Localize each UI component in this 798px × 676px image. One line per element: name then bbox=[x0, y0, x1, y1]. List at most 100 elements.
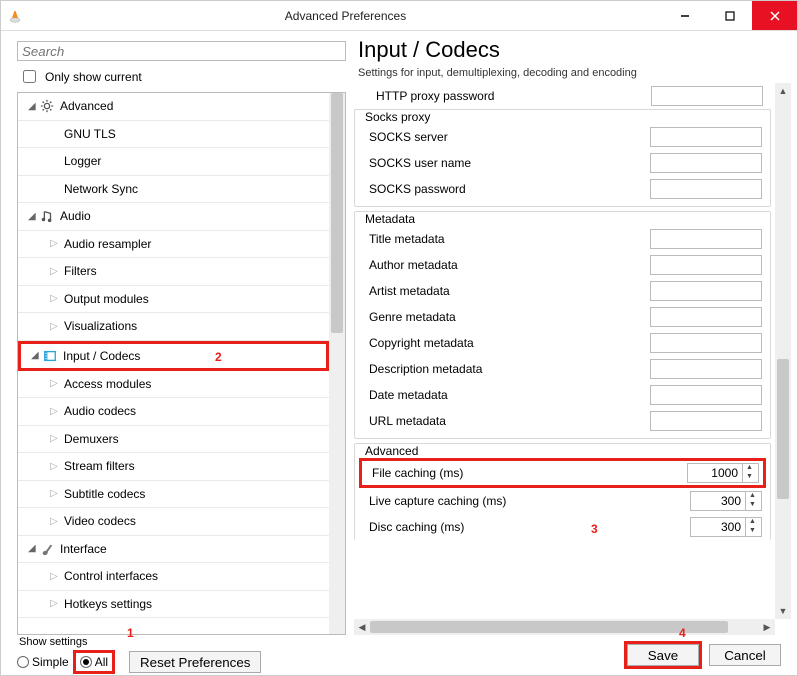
settings-title: Input / Codecs bbox=[358, 37, 791, 63]
reset-preferences-button[interactable]: Reset Preferences bbox=[129, 651, 261, 673]
tree-item-input-codecs[interactable]: ◢Input / Codecs bbox=[18, 341, 329, 371]
scroll-down-icon[interactable]: ▼ bbox=[775, 603, 791, 619]
expand-arrow-icon[interactable]: ▷ bbox=[50, 378, 62, 389]
collapse-arrow-icon[interactable]: ◢ bbox=[28, 211, 40, 222]
file-caching-spinner[interactable]: ▲▼ bbox=[687, 463, 759, 483]
expand-arrow-icon[interactable]: ▷ bbox=[50, 433, 62, 444]
save-button[interactable]: Save bbox=[627, 644, 699, 666]
expand-arrow-icon[interactable]: ▷ bbox=[50, 321, 62, 332]
title-metadata-input[interactable] bbox=[650, 229, 762, 249]
advanced-group: Advanced File caching (ms) ▲▼ Live captu… bbox=[354, 443, 771, 540]
h-scrollbar-track[interactable] bbox=[370, 619, 759, 635]
tree-item-control-interfaces[interactable]: ▷Control interfaces bbox=[18, 563, 329, 591]
scroll-right-icon[interactable]: ▶ bbox=[759, 622, 775, 633]
date-metadata-input[interactable] bbox=[650, 385, 762, 405]
tree-item-label: Access modules bbox=[64, 377, 151, 391]
socks-user-input[interactable] bbox=[650, 153, 762, 173]
copyright-metadata-label: Copyright metadata bbox=[369, 336, 650, 350]
expand-arrow-icon[interactable]: ▷ bbox=[50, 266, 62, 277]
url-metadata-input[interactable] bbox=[650, 411, 762, 431]
tree-item-output-modules[interactable]: ▷Output modules bbox=[18, 286, 329, 314]
expand-arrow-icon[interactable]: ▷ bbox=[50, 238, 62, 249]
h-scrollbar-thumb[interactable] bbox=[370, 621, 728, 633]
tree-scrollbar-thumb[interactable] bbox=[331, 93, 343, 333]
tree-item-audio-resampler[interactable]: ▷Audio resampler bbox=[18, 231, 329, 259]
tree-item-interface[interactable]: ◢ Interface bbox=[18, 536, 329, 564]
tree-item-visualizations[interactable]: ▷Visualizations bbox=[18, 313, 329, 341]
spinner-arrows[interactable]: ▲▼ bbox=[745, 518, 759, 536]
tree-item-stream-filters[interactable]: ▷Stream filters bbox=[18, 453, 329, 481]
tree-item-filters[interactable]: ▷Filters bbox=[18, 258, 329, 286]
disc-caching-label: Disc caching (ms) bbox=[369, 520, 690, 534]
cancel-button[interactable]: Cancel bbox=[709, 644, 781, 666]
minimize-button[interactable] bbox=[662, 1, 707, 30]
collapse-arrow-icon[interactable]: ◢ bbox=[31, 350, 43, 361]
live-caching-label: Live capture caching (ms) bbox=[369, 494, 690, 508]
tree-item-logger[interactable]: Logger bbox=[18, 148, 329, 176]
settings-horizontal-scrollbar[interactable]: ◀ ▶ bbox=[354, 619, 775, 635]
only-show-current-box[interactable] bbox=[23, 70, 36, 83]
file-caching-label: File caching (ms) bbox=[372, 466, 687, 480]
collapse-arrow-icon[interactable]: ◢ bbox=[28, 543, 40, 554]
audio-icon bbox=[40, 209, 58, 223]
show-settings-all-radio[interactable]: All bbox=[73, 650, 115, 674]
expand-arrow-icon[interactable]: ▷ bbox=[50, 406, 62, 417]
tree-item-gnu-tls[interactable]: GNU TLS bbox=[18, 121, 329, 149]
description-metadata-input[interactable] bbox=[650, 359, 762, 379]
tree-item-audio[interactable]: ◢Audio bbox=[18, 203, 329, 231]
scrollbar-thumb[interactable] bbox=[777, 359, 789, 499]
search-input[interactable] bbox=[17, 41, 346, 61]
expand-arrow-icon[interactable]: ▷ bbox=[50, 571, 62, 582]
spinner-arrows[interactable]: ▲▼ bbox=[745, 492, 759, 510]
tree-item-network-sync[interactable]: Network Sync bbox=[18, 176, 329, 204]
genre-metadata-input[interactable] bbox=[650, 307, 762, 327]
expand-arrow-icon[interactable]: ▷ bbox=[50, 488, 62, 499]
author-metadata-label: Author metadata bbox=[369, 258, 650, 272]
scrollbar-track[interactable] bbox=[775, 99, 791, 603]
expand-arrow-icon[interactable]: ▷ bbox=[50, 461, 62, 472]
only-show-current-checkbox[interactable]: Only show current bbox=[19, 67, 346, 86]
tree-item-label: Interface bbox=[60, 542, 107, 556]
socks-proxy-group-title: Socks proxy bbox=[361, 110, 434, 124]
tree-item-hotkeys-settings[interactable]: ▷Hotkeys settings bbox=[18, 591, 329, 619]
tree-item-demuxers[interactable]: ▷Demuxers bbox=[18, 426, 329, 454]
live-caching-spinner[interactable]: ▲▼ bbox=[690, 491, 762, 511]
expand-arrow-icon[interactable]: ▷ bbox=[50, 598, 62, 609]
socks-server-label: SOCKS server bbox=[369, 130, 650, 144]
author-metadata-input[interactable] bbox=[650, 255, 762, 275]
expand-arrow-icon[interactable]: ▷ bbox=[50, 293, 62, 304]
live-caching-input[interactable] bbox=[691, 493, 745, 509]
annotation-4: 4 bbox=[679, 626, 686, 640]
annotation-3: 3 bbox=[591, 522, 598, 536]
tree-item-advanced[interactable]: ◢Advanced bbox=[18, 93, 329, 121]
disc-caching-spinner[interactable]: ▲▼ bbox=[690, 517, 762, 537]
show-settings-simple-radio[interactable]: Simple bbox=[17, 655, 69, 669]
genre-metadata-label: Genre metadata bbox=[369, 310, 650, 324]
window-controls bbox=[662, 1, 797, 30]
maximize-button[interactable] bbox=[707, 1, 752, 30]
title-metadata-label: Title metadata bbox=[369, 232, 650, 246]
simple-radio-label: Simple bbox=[32, 655, 69, 669]
file-caching-input[interactable] bbox=[688, 465, 742, 481]
tree-item-label: Control interfaces bbox=[64, 569, 158, 583]
collapse-arrow-icon[interactable]: ◢ bbox=[28, 101, 40, 112]
http-proxy-password-input[interactable] bbox=[651, 86, 763, 106]
socks-password-input[interactable] bbox=[650, 179, 762, 199]
tree-scrollbar[interactable] bbox=[329, 93, 345, 634]
tree-item-access-modules[interactable]: ▷Access modules bbox=[18, 371, 329, 399]
close-button[interactable] bbox=[752, 1, 797, 30]
tree-item-subtitle-codecs[interactable]: ▷Subtitle codecs bbox=[18, 481, 329, 509]
tree-item-video-codecs[interactable]: ▷Video codecs bbox=[18, 508, 329, 536]
socks-server-input[interactable] bbox=[650, 127, 762, 147]
spinner-arrows[interactable]: ▲▼ bbox=[742, 464, 756, 482]
disc-caching-input[interactable] bbox=[691, 519, 745, 535]
artist-metadata-input[interactable] bbox=[650, 281, 762, 301]
expand-arrow-icon[interactable]: ▷ bbox=[50, 516, 62, 527]
socks-user-label: SOCKS user name bbox=[369, 156, 650, 170]
settings-vertical-scrollbar[interactable]: ▲ ▼ bbox=[775, 83, 791, 619]
copyright-metadata-input[interactable] bbox=[650, 333, 762, 353]
scroll-up-icon[interactable]: ▲ bbox=[775, 83, 791, 99]
scroll-left-icon[interactable]: ◀ bbox=[354, 622, 370, 633]
tree-item-audio-codecs[interactable]: ▷Audio codecs bbox=[18, 398, 329, 426]
socks-proxy-group: Socks proxy SOCKS server SOCKS user name… bbox=[354, 109, 771, 207]
